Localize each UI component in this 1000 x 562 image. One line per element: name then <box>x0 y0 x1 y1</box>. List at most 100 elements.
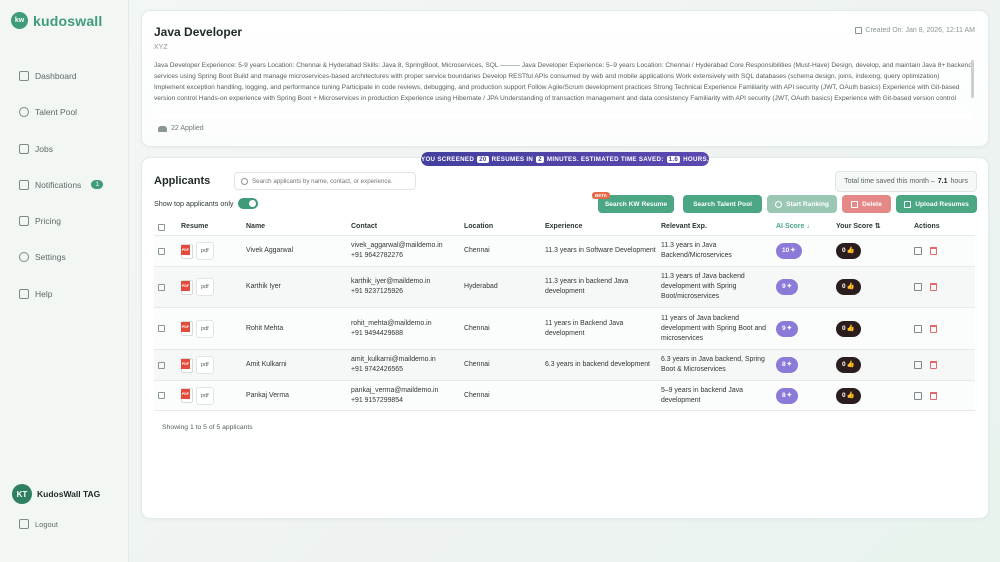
applicant-name[interactable]: Rohit Mehta <box>246 324 351 334</box>
ai-score-badge[interactable]: 8 ✦ <box>776 387 799 404</box>
column-header-actions: Actions <box>914 223 940 230</box>
copy-icon[interactable] <box>914 247 922 255</box>
resume-label: pdf <box>196 356 214 374</box>
location-cell: Chennai <box>464 247 490 254</box>
banner-hours: 1.6 <box>666 155 681 163</box>
experience-cell: 6.3 years in backend development <box>545 361 650 368</box>
your-score-badge[interactable]: 0 👍 <box>836 387 861 404</box>
sidebar-item-jobs[interactable]: Jobs <box>19 139 103 159</box>
brand-logo[interactable]: kw kudoswall <box>11 12 102 29</box>
table-row[interactable]: pdf Vivek Aggarwal vivek_aggarwal@mailde… <box>154 236 975 267</box>
pdf-icon <box>181 388 193 403</box>
table-row[interactable]: pdf Rohit Mehta rohit_mehta@maildemo.in+… <box>154 308 975 350</box>
ai-score-badge[interactable]: 9 ✦ <box>776 320 799 337</box>
ai-score-badge[interactable]: 10 ✦ <box>776 243 802 259</box>
delete-button[interactable]: Delete <box>842 195 891 213</box>
screening-summary-banner: YOU SCREENED 20 RESUMES IN 2 MINUTES. ES… <box>421 152 709 166</box>
table-row[interactable]: pdf Pankaj Verma pankaj_verma@maildemo.i… <box>154 381 975 411</box>
banner-resumes: 20 <box>477 155 489 163</box>
notification-badge: 1 <box>91 180 103 190</box>
resume-file[interactable]: pdf <box>181 386 246 405</box>
select-all-checkbox[interactable] <box>158 223 165 231</box>
trash-icon[interactable] <box>930 391 937 400</box>
your-score-badge[interactable]: 0 👍 <box>836 243 861 259</box>
search-icon <box>241 177 248 185</box>
resume-cell: pdf <box>181 356 246 374</box>
row-checkbox[interactable] <box>158 361 165 369</box>
experience-cell: 11.3 years in Software Development <box>545 247 656 254</box>
time-saved-value: 7.1 <box>937 178 948 185</box>
start-ranking-button[interactable]: Start Ranking <box>767 195 837 213</box>
resume-file[interactable]: pdf <box>181 356 246 374</box>
contact-email[interactable]: amit_kulkarni@maildemo.in <box>351 355 464 365</box>
sidebar-item-talent-pool[interactable]: Talent Pool <box>19 102 103 122</box>
contact-email[interactable]: rohit_mehta@maildemo.in <box>351 319 464 329</box>
top-applicants-toggle[interactable] <box>237 198 258 209</box>
copy-icon[interactable] <box>914 361 922 369</box>
row-checkbox[interactable] <box>158 283 165 291</box>
trash-icon[interactable] <box>930 283 937 291</box>
contact-email[interactable]: karthik_iyer@maildemo.in <box>351 277 464 287</box>
column-header-ai-score[interactable]: AI Score ↓ <box>776 222 836 232</box>
row-checkbox[interactable] <box>158 247 165 255</box>
column-header-relevant-exp: Relevant Exp. <box>661 223 707 230</box>
applicant-name[interactable]: Amit Kulkarni <box>246 360 351 370</box>
applicant-name[interactable]: Karthik Iyer <box>246 282 351 292</box>
trash-icon[interactable] <box>930 324 937 333</box>
logout-button[interactable]: Logout <box>19 519 58 529</box>
search-input[interactable] <box>252 177 412 185</box>
row-checkbox[interactable] <box>158 392 165 399</box>
copy-icon[interactable] <box>914 283 922 291</box>
sidebar-item-help[interactable]: Help <box>19 284 103 304</box>
ai-score-badge[interactable]: 9 ✦ <box>776 279 799 295</box>
trash-icon[interactable] <box>930 361 937 369</box>
trash-icon[interactable] <box>930 247 937 255</box>
column-header-location: Location <box>464 223 494 230</box>
sparkle-icon: ✦ <box>786 324 793 332</box>
applicants-table: Resume Name Contact Location Experience … <box>154 219 975 411</box>
contact-email[interactable]: pankaj_verma@maildemo.in <box>351 386 464 396</box>
ai-score-cell: 10 ✦ <box>776 243 836 259</box>
column-header-your-score[interactable]: Your Score ⇅ <box>836 222 914 232</box>
search-box[interactable] <box>234 172 416 190</box>
copy-icon[interactable] <box>914 391 922 400</box>
resume-file[interactable]: pdf <box>181 278 246 296</box>
resume-cell: pdf <box>181 319 246 338</box>
time-saved-label: Total time saved this month – <box>844 178 935 185</box>
copy-icon[interactable] <box>914 324 922 333</box>
resume-file[interactable]: pdf <box>181 319 246 338</box>
ai-score-badge[interactable]: 8 ✦ <box>776 357 799 373</box>
contact-phone: +91 9157299854 <box>351 396 403 404</box>
table-row[interactable]: pdf Karthik Iyer karthik_iyer@maildemo.i… <box>154 267 975 308</box>
user-profile[interactable]: KT KudosWall TAG <box>12 484 100 504</box>
logout-label: Logout <box>35 519 58 529</box>
experience-cell: 11 years in Backend Java development <box>545 319 624 337</box>
applicant-name[interactable]: Vivek Aggarwal <box>246 246 351 256</box>
your-score-badge[interactable]: 0 👍 <box>836 357 861 373</box>
your-score-badge[interactable]: 0 👍 <box>836 320 861 337</box>
resume-file[interactable]: pdf <box>181 242 246 260</box>
sidebar-item-pricing[interactable]: Pricing <box>19 211 103 231</box>
your-score-badge[interactable]: 0 👍 <box>836 279 861 295</box>
time-saved-summary: Total time saved this month – 7.1 hours <box>835 171 977 192</box>
your-score-cell: 0 👍 <box>836 279 914 295</box>
contact-email[interactable]: vivek_aggarwal@maildemo.in <box>351 241 464 251</box>
sidebar-item-settings[interactable]: Settings <box>19 247 103 267</box>
contact-phone: +91 9494429688 <box>351 329 403 337</box>
sparkle-icon: ✦ <box>790 247 796 254</box>
row-checkbox-cell <box>154 325 181 332</box>
table-row[interactable]: pdf Amit Kulkarni amit_kulkarni@maildemo… <box>154 350 975 381</box>
sidebar-item-dashboard[interactable]: Dashboard <box>19 66 103 86</box>
upload-resumes-button[interactable]: Upload Resumes <box>896 195 977 213</box>
contact-cell: amit_kulkarni@maildemo.in +91 9742426565 <box>351 355 464 375</box>
resume-cell: pdf <box>181 386 246 405</box>
description-scrollbar[interactable] <box>971 60 974 98</box>
sidebar-item-notifications[interactable]: Notifications 1 <box>19 175 103 195</box>
applicant-name[interactable]: Pankaj Verma <box>246 391 351 401</box>
ai-score-value: 9 <box>782 283 786 290</box>
ai-score-cell: 9 ✦ <box>776 279 836 295</box>
search-talent-pool-button[interactable]: Search Talent Pool <box>683 195 762 213</box>
relevant-exp-cell: 11.3 years in Java Backend/Microservices <box>661 242 732 259</box>
sort-down-icon: ↓ <box>806 223 810 230</box>
row-checkbox[interactable] <box>158 325 165 332</box>
